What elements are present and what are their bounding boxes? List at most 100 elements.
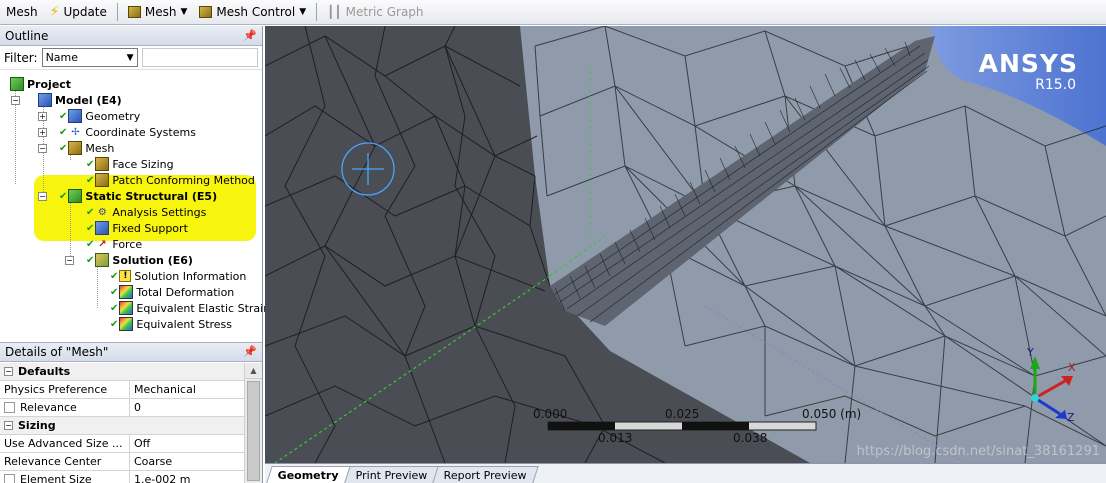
property-value[interactable]: 1.e-002 m (130, 471, 244, 483)
check-icon: ✔ (86, 238, 95, 250)
mesh-menu-label: Mesh (144, 5, 177, 19)
lightning-icon: ⚡ (49, 4, 60, 20)
tree-label-face-sizing: Face Sizing (112, 157, 174, 171)
tree-label-equivalent-elastic-strain: Equivalent Elastic Strain (136, 301, 271, 315)
method-icon (95, 173, 110, 187)
filter-search-input[interactable] (141, 48, 258, 67)
collapse-toggle[interactable]: − (4, 421, 13, 430)
property-value[interactable]: Mechanical (130, 381, 244, 398)
check-icon: ✔ (86, 254, 95, 266)
property-value[interactable]: Off (130, 435, 244, 452)
green-edge-line (274, 275, 551, 463)
tree-label-solution-information: Solution Information (134, 269, 247, 283)
tree-label-patch-conforming-method: Patch Conforming Method (112, 173, 255, 187)
coordinate-axes-icon: ✢ (71, 126, 80, 138)
filter-select[interactable]: Name ▼ (41, 48, 138, 67)
sizing-icon (95, 157, 110, 171)
property-value[interactable]: Coarse (130, 453, 244, 470)
tree-node-analysis-settings[interactable]: ✔ ⚙ Analysis Settings (86, 204, 206, 220)
details-group-sizing[interactable]: − Sizing (0, 417, 244, 435)
tree-label-static-structural: Static Structural (E5) (85, 189, 218, 203)
collapse-toggle[interactable]: − (11, 96, 20, 105)
details-group-defaults[interactable]: − Defaults (0, 363, 244, 381)
tree-node-geometry[interactable]: ✔ Geometry (59, 108, 140, 124)
expand-toggle[interactable]: + (38, 112, 47, 121)
parameter-checkbox[interactable] (4, 402, 15, 413)
mesh-icon (68, 141, 83, 155)
tree-node-equivalent-elastic-strain[interactable]: ✔ Equivalent Elastic Strain (110, 300, 270, 316)
scale-label-1: 0.025 (665, 407, 700, 421)
tree-node-project[interactable]: Project (10, 76, 71, 92)
toolbar-separator (316, 3, 318, 21)
tree-label-fixed-support: Fixed Support (112, 221, 188, 235)
scrollbar-thumb[interactable] (247, 381, 260, 481)
outline-title: Outline (5, 28, 49, 43)
information-icon: ! (119, 270, 132, 282)
scale-label-mid-1: 0.013 (598, 431, 633, 445)
mesh-menu-button[interactable]: Mesh ▼ (122, 0, 194, 25)
collapse-toggle[interactable]: − (38, 144, 47, 153)
tree-node-solution[interactable]: ✔ Solution (E6) (86, 252, 193, 268)
outline-header: Outline 📌 (0, 26, 262, 46)
check-icon: ✔ (110, 270, 119, 282)
check-icon: ✔ (59, 190, 68, 202)
details-row-physics-preference[interactable]: Physics Preference Mechanical (0, 381, 244, 399)
pin-icon[interactable]: 📌 (243, 29, 257, 42)
tab-geometry[interactable]: Geometry (266, 466, 351, 483)
mesh-control-icon (199, 6, 213, 18)
metric-graph-button[interactable]: ┃┃ Metric Graph (321, 0, 429, 25)
details-row-use-advanced-size[interactable]: Use Advanced Size ... Off (0, 435, 244, 453)
tree-node-total-deformation[interactable]: ✔ Total Deformation (110, 284, 234, 300)
expand-toggle[interactable]: + (38, 128, 47, 137)
filter-row: Filter: Name ▼ (0, 46, 262, 70)
collapse-toggle[interactable]: − (4, 367, 13, 376)
tree-node-coordinate-systems[interactable]: ✔ ✢ Coordinate Systems (59, 124, 196, 140)
tree-node-fixed-support[interactable]: ✔ Fixed Support (86, 220, 188, 236)
tree-node-force[interactable]: ✔ ↗ Force (86, 236, 142, 252)
scale-label-mid-2: 0.038 (733, 431, 768, 445)
tree-label-project: Project (27, 77, 72, 91)
scroll-up-arrow-icon[interactable]: ▲ (245, 363, 262, 379)
property-name: Element Size (20, 473, 92, 483)
pin-icon[interactable]: 📌 (243, 345, 257, 359)
parameter-checkbox[interactable] (4, 474, 15, 483)
toolbar-separator (116, 3, 118, 21)
property-name: Relevance (20, 401, 77, 414)
tab-report-preview[interactable]: Report Preview (432, 466, 539, 483)
collapse-toggle[interactable]: − (38, 192, 47, 201)
check-icon: ✔ (86, 222, 95, 234)
details-row-relevance[interactable]: Relevance 0 (0, 399, 244, 417)
details-scrollbar[interactable]: ▲ (244, 363, 262, 483)
tree-node-face-sizing[interactable]: ✔ Face Sizing (86, 156, 174, 172)
tree-label-geometry: Geometry (85, 109, 141, 123)
tab-print-preview-label: Print Preview (355, 468, 428, 482)
tree-label-analysis-settings: Analysis Settings (112, 205, 207, 219)
update-button[interactable]: ⚡ Update (44, 0, 113, 25)
triad-y-label: Y (1027, 346, 1034, 359)
viewport-tabs: Geometry Print Preview Report Preview (265, 463, 1106, 483)
tree-node-model[interactable]: Model (E4) (38, 92, 122, 108)
result-icon (119, 301, 134, 315)
property-name-cell: Relevance (0, 399, 130, 416)
tree-node-solution-information[interactable]: ✔ ! Solution Information (110, 268, 246, 284)
graphics-viewport[interactable]: ANSYS R15.0 0.000 0.025 0.050 (m) 0.013 … (265, 26, 1106, 463)
tree-node-static-structural[interactable]: ✔ Static Structural (E5) (59, 188, 217, 204)
mesh-control-menu-button[interactable]: Mesh Control ▼ (193, 0, 312, 25)
result-icon (119, 285, 134, 299)
tab-print-preview[interactable]: Print Preview (344, 466, 440, 483)
property-value[interactable]: 0 (130, 399, 244, 416)
scale-bar (547, 421, 817, 431)
details-row-element-size[interactable]: Element Size 1.e-002 m (0, 471, 244, 483)
details-row-relevance-center[interactable]: Relevance Center Coarse (0, 453, 244, 471)
mesh-context-button[interactable]: Mesh (0, 0, 44, 25)
tree-label-equivalent-stress: Equivalent Stress (136, 317, 233, 331)
chevron-down-icon: ▼ (126, 52, 134, 63)
tree-node-equivalent-stress[interactable]: ✔ Equivalent Stress (110, 316, 232, 332)
check-icon: ✔ (110, 286, 119, 298)
tree-node-patch-conforming-method[interactable]: ✔ Patch Conforming Method (86, 172, 255, 188)
metric-graph-label: Metric Graph (345, 5, 424, 19)
model-icon (38, 93, 52, 107)
group-label-sizing: Sizing (18, 419, 56, 432)
collapse-toggle[interactable]: − (65, 256, 74, 265)
tree-node-mesh[interactable]: ✔ Mesh (59, 140, 114, 156)
